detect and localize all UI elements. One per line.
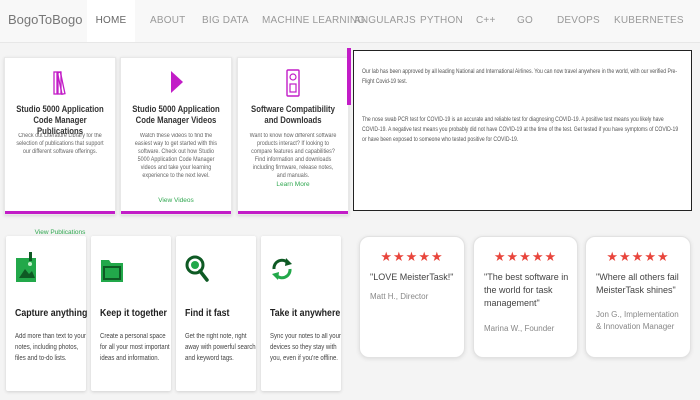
top-navbar: BogoToBogo HOME ABOUT BIG DATA MACHINE L… <box>0 0 700 43</box>
nav-angularjs[interactable]: ANGULARJS <box>354 0 416 42</box>
feature-title: Take it anywhere <box>270 308 341 319</box>
testimonial-card: ★★★★★ "Where all others fail MeisterTask… <box>585 236 691 358</box>
testimonial-author: Marina W., Founder <box>484 324 555 333</box>
magnifier-icon <box>184 252 210 286</box>
card-body: Want to know how different software prod… <box>249 133 337 179</box>
card-videos: Studio 5000 Application Code Manager Vid… <box>120 57 232 215</box>
rating-stars: ★★★★★ <box>606 249 670 264</box>
feature-title: Keep it together <box>100 308 167 319</box>
nav-devops[interactable]: DEVOPS <box>557 0 600 42</box>
card-accent-bar <box>121 211 231 214</box>
feature-body: Get the right note, right away with powe… <box>185 333 256 362</box>
feature-title: Find it fast <box>185 308 230 319</box>
books-icon <box>5 68 115 98</box>
view-publications-link[interactable]: View Publications <box>5 229 115 236</box>
accent-divider <box>347 48 351 105</box>
nav-kubernetes[interactable]: KUBERNETES <box>614 0 684 42</box>
rating-stars: ★★★★★ <box>380 249 444 264</box>
testimonial-author: Jon G., Implementation & Innovation Mana… <box>596 310 679 331</box>
brand-logo[interactable]: BogoToBogo <box>8 12 82 27</box>
testimonial-quote: "The best software in the world for task… <box>484 272 569 308</box>
nav-cpp[interactable]: C++ <box>476 0 496 42</box>
card-title: Studio 5000 Application Code Manager Vid… <box>132 104 220 125</box>
folder-icon <box>99 252 125 286</box>
nav-go[interactable]: GO <box>517 0 533 42</box>
card-accent-bar <box>5 211 115 214</box>
feature-capture: Capture anything Add more than text to y… <box>6 236 88 391</box>
compatibility-icon <box>238 68 348 98</box>
feature-body: Create a personal space for all your mos… <box>100 333 170 362</box>
nav-python[interactable]: PYTHON <box>420 0 463 42</box>
feature-body: Sync your notes to all your devices so t… <box>270 333 341 362</box>
testimonial-quote: "LOVE MeisterTask!" <box>370 272 454 282</box>
testimonial-quote: "Where all others fail MeisterTask shine… <box>596 272 679 295</box>
feature-keep-together: Keep it together Create a personal space… <box>91 236 171 391</box>
capture-icon <box>14 252 40 286</box>
testimonial-author: Matt H., Director <box>370 292 429 301</box>
learn-more-link[interactable]: Learn More <box>238 181 348 188</box>
feature-title: Capture anything <box>15 308 88 319</box>
card-body: Check out Literature Library for the sel… <box>16 133 104 155</box>
play-icon <box>121 68 231 98</box>
view-videos-link[interactable]: View Videos <box>121 197 231 204</box>
card-body: Watch these videos to find the easiest w… <box>134 133 218 179</box>
covid-notice-box: Our lab has been approved by all leading… <box>353 50 692 211</box>
notice-paragraph-1: Our lab has been approved by all leading… <box>362 68 678 85</box>
nav-home[interactable]: HOME <box>87 0 135 42</box>
card-publications: Studio 5000 Application Code Manager Pub… <box>4 57 116 236</box>
card-compatibility: Software Compatibility and Downloads Wan… <box>237 57 349 215</box>
feature-find-fast: Find it fast Get the right note, right a… <box>176 236 256 391</box>
nav-machine-learning[interactable]: MACHINE LEARNING <box>262 0 365 42</box>
testimonial-card: ★★★★★ "The best software in the world fo… <box>473 236 578 358</box>
notice-paragraph-2: The nose swab PCR test for COVID-19 is a… <box>362 116 679 143</box>
feature-take-anywhere: Take it anywhere Sync your notes to all … <box>261 236 341 391</box>
nav-about[interactable]: ABOUT <box>150 0 185 42</box>
rating-stars: ★★★★★ <box>493 249 558 264</box>
nav-big-data[interactable]: BIG DATA <box>202 0 249 42</box>
feature-body: Add more than text to your notes, includ… <box>15 333 86 362</box>
testimonial-card: ★★★★★ "LOVE MeisterTask!" Matt H., Direc… <box>359 236 465 358</box>
card-accent-bar <box>238 211 348 214</box>
sync-icon <box>269 252 295 286</box>
card-title: Software Compatibility and Downloads <box>251 104 335 125</box>
